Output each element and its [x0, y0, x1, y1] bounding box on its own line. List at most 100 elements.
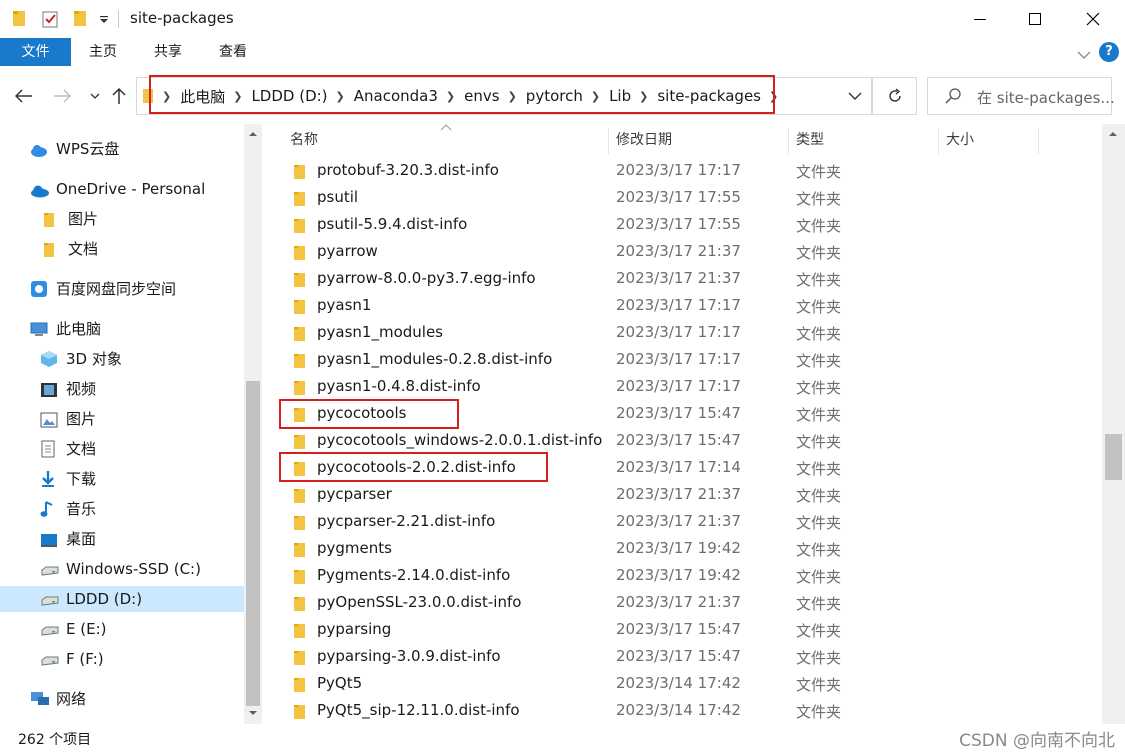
column-divider[interactable]: [938, 128, 939, 154]
refresh-button[interactable]: [872, 77, 917, 115]
file-date: 2023/3/17 21:37: [616, 269, 741, 287]
table-row[interactable]: pyasn1_modules-0.2.8.dist-info 2023/3/17 …: [262, 346, 1102, 373]
sidebar-item-label: 此电脑: [56, 320, 102, 338]
drive-icon: [40, 650, 59, 668]
search-input[interactable]: 在 site-packages...: [977, 87, 1115, 108]
column-header-type[interactable]: 类型: [796, 124, 824, 156]
sidebar-item-drive-d[interactable]: LDDD (D:): [0, 586, 244, 612]
crumb-pytorch[interactable]: pytorch: [526, 87, 583, 105]
crumb-drive-d[interactable]: LDDD (D:): [251, 87, 327, 105]
sidebar-item-videos[interactable]: 视频: [40, 376, 96, 402]
tab-file[interactable]: 文件: [0, 38, 71, 66]
table-row[interactable]: protobuf-3.20.3.dist-info 2023/3/17 17:17…: [262, 157, 1102, 184]
column-header-date[interactable]: 修改日期: [616, 124, 672, 156]
sidebar-item-3d-objects[interactable]: 3D 对象: [40, 346, 122, 372]
nav-scrollbar[interactable]: [244, 124, 262, 724]
table-row[interactable]: pyasn1-0.4.8.dist-info 2023/3/17 17:17 文件夹: [262, 373, 1102, 400]
chevron-right-icon[interactable]: ❯: [336, 90, 345, 103]
chevron-right-icon[interactable]: ❯: [233, 90, 242, 103]
sidebar-item-onedrive-documents[interactable]: 文档: [42, 236, 98, 262]
file-list-scrollbar-thumb[interactable]: [1105, 434, 1122, 480]
file-type: 文件夹: [796, 163, 842, 181]
file-list-scrollbar[interactable]: [1102, 124, 1125, 724]
sidebar-item-network[interactable]: 网络: [30, 686, 86, 712]
crumb-anaconda3[interactable]: Anaconda3: [354, 87, 438, 105]
sidebar-item-this-pc[interactable]: 此电脑: [30, 316, 101, 342]
recent-locations-button[interactable]: [83, 84, 107, 108]
table-row[interactable]: pycocotools-2.0.2.dist-info 2023/3/17 17:…: [262, 454, 1102, 481]
up-button[interactable]: [107, 84, 131, 108]
maximize-button[interactable]: [1012, 0, 1058, 38]
folder-icon: [293, 650, 307, 670]
table-row[interactable]: PyQt5_sip-12.11.0.dist-info 2023/3/14 17:…: [262, 697, 1102, 724]
table-row[interactable]: pyasn1_modules 2023/3/17 17:17 文件夹: [262, 319, 1102, 346]
chevron-right-icon[interactable]: ❯: [508, 90, 517, 103]
crumb-envs[interactable]: envs: [464, 87, 499, 105]
sidebar-item-onedrive-pictures[interactable]: 图片: [42, 206, 98, 232]
file-date: 2023/3/14 17:42: [616, 701, 741, 719]
table-row[interactable]: pycparser-2.21.dist-info 2023/3/17 21:37 文…: [262, 508, 1102, 535]
table-row[interactable]: psutil 2023/3/17 17:55 文件夹: [262, 184, 1102, 211]
sidebar-item-documents[interactable]: 文档: [40, 436, 96, 462]
tab-home[interactable]: 主页: [78, 38, 128, 66]
column-divider[interactable]: [1038, 128, 1039, 154]
address-history-button[interactable]: [848, 87, 862, 105]
minimize-button[interactable]: [957, 0, 1003, 38]
chevron-right-icon[interactable]: ❯: [591, 90, 600, 103]
forward-arrow-icon: [54, 89, 71, 103]
chevron-right-icon[interactable]: ❯: [162, 90, 171, 103]
table-row[interactable]: pyasn1 2023/3/17 17:17 文件夹: [262, 292, 1102, 319]
table-row[interactable]: pyarrow 2023/3/17 21:37 文件夹: [262, 238, 1102, 265]
crumb-lib[interactable]: Lib: [609, 87, 631, 105]
sidebar-item-baidu-sync[interactable]: 百度网盘同步空间: [30, 276, 176, 302]
table-row[interactable]: pycparser 2023/3/17 21:37 文件夹: [262, 481, 1102, 508]
expand-ribbon-icon[interactable]: [1077, 46, 1091, 64]
table-row[interactable]: psutil-5.9.4.dist-info 2023/3/17 17:55 文件夹: [262, 211, 1102, 238]
folder-icon: [293, 434, 307, 454]
folder-icon: [293, 596, 307, 616]
table-row[interactable]: pyOpenSSL-23.0.0.dist-info 2023/3/17 21:3…: [262, 589, 1102, 616]
nav-scrollbar-thumb[interactable]: [246, 381, 260, 706]
column-header-size[interactable]: 大小: [946, 124, 974, 156]
tab-share[interactable]: 共享: [143, 38, 193, 66]
sidebar-item-drive-f[interactable]: F (F:): [40, 646, 104, 672]
column-divider[interactable]: [608, 128, 609, 154]
sidebar-item-music[interactable]: 音乐: [40, 496, 96, 522]
sidebar-item-downloads[interactable]: 下载: [40, 466, 96, 492]
file-date: 2023/3/17 17:55: [616, 215, 741, 233]
table-row[interactable]: pygments 2023/3/17 19:42 文件夹: [262, 535, 1102, 562]
help-icon[interactable]: ?: [1099, 42, 1119, 62]
table-row[interactable]: pyparsing 2023/3/17 15:47 文件夹: [262, 616, 1102, 643]
new-folder-icon[interactable]: [72, 9, 90, 29]
chevron-right-icon[interactable]: ❯: [446, 90, 455, 103]
sidebar-item-desktop[interactable]: 桌面: [40, 526, 96, 552]
file-date: 2023/3/17 17:17: [616, 296, 741, 314]
sidebar-item-label: E (E:): [66, 620, 107, 638]
close-button[interactable]: [1070, 0, 1116, 38]
forward-button[interactable]: [50, 84, 74, 108]
file-type: 文件夹: [796, 622, 842, 640]
column-divider[interactable]: [788, 128, 789, 154]
sidebar-item-drive-e[interactable]: E (E:): [40, 616, 106, 642]
sidebar-item-drive-c[interactable]: Windows-SSD (C:): [40, 556, 201, 582]
table-row[interactable]: PyQt5 2023/3/14 17:42 文件夹: [262, 670, 1102, 697]
chevron-right-icon[interactable]: ❯: [769, 90, 778, 103]
back-button[interactable]: [12, 84, 36, 108]
chevron-right-icon[interactable]: ❯: [639, 90, 648, 103]
tab-view[interactable]: 查看: [208, 38, 258, 66]
table-row[interactable]: Pygments-2.14.0.dist-info 2023/3/17 19:42…: [262, 562, 1102, 589]
crumb-site-packages[interactable]: site-packages: [657, 87, 761, 105]
sidebar-item-pictures[interactable]: 图片: [40, 406, 96, 432]
crumb-this-pc[interactable]: 此电脑: [180, 86, 225, 107]
sidebar-item-wps-cloud[interactable]: WPS云盘: [30, 136, 119, 162]
table-row[interactable]: pyarrow-8.0.0-py3.7.egg-info 2023/3/17 21…: [262, 265, 1102, 292]
customize-toolbar-icon[interactable]: [98, 12, 110, 32]
table-row[interactable]: pycocotools 2023/3/17 15:47 文件夹: [262, 400, 1102, 427]
sidebar-item-onedrive[interactable]: OneDrive - Personal: [30, 176, 205, 202]
table-row[interactable]: pyparsing-3.0.9.dist-info 2023/3/17 15:47…: [262, 643, 1102, 670]
properties-icon[interactable]: [40, 9, 60, 29]
table-row[interactable]: pycocotools_windows-2.0.0.1.dist-info 202…: [262, 427, 1102, 454]
search-box[interactable]: 在 site-packages...: [927, 77, 1115, 115]
chevron-down-icon: [90, 93, 100, 99]
column-header-name[interactable]: 名称: [290, 124, 318, 156]
